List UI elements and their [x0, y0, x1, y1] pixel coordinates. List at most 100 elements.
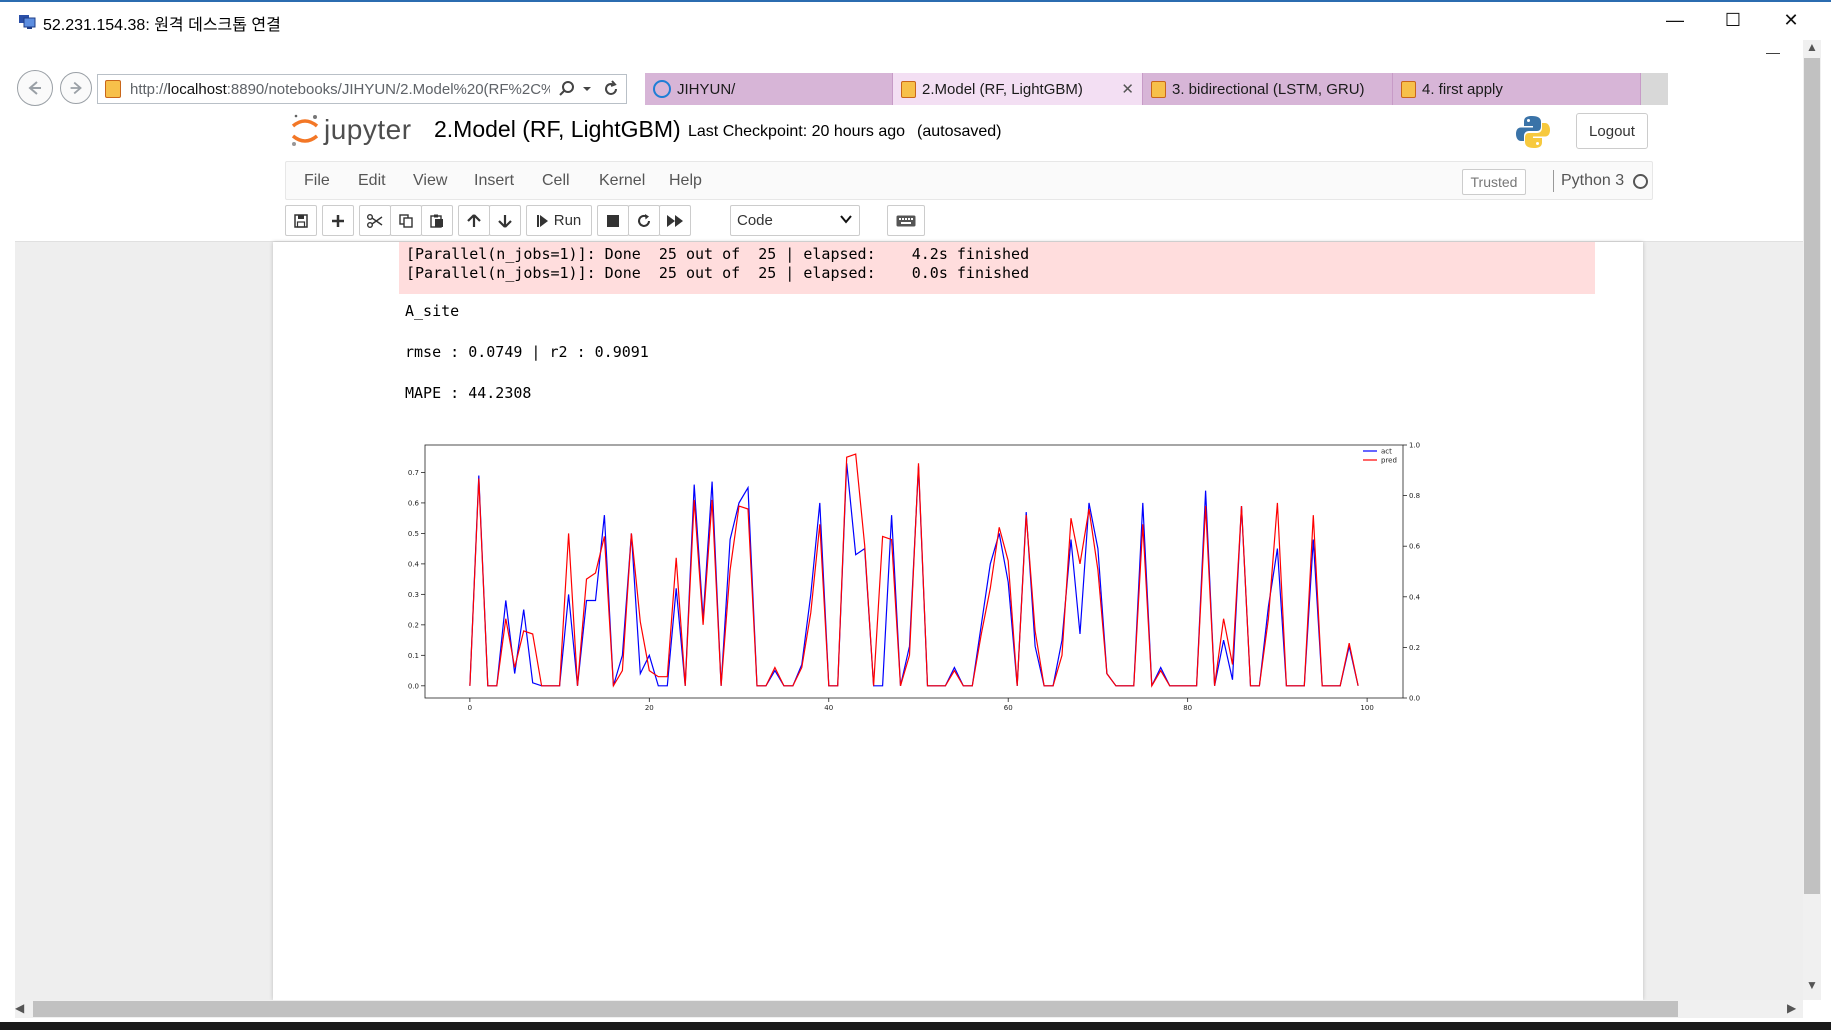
- y2-tick-label: 0.2: [1409, 644, 1420, 652]
- x-tick-label: 100: [1360, 704, 1373, 712]
- checkpoint-status: Last Checkpoint: 20 hours ago: [688, 123, 906, 140]
- browser-toolbar: http://localhost:8890/notebooks/JIHYUN/2…: [15, 68, 1668, 110]
- window-maximize-button[interactable]: ☐: [1708, 6, 1758, 34]
- save-icon: [294, 213, 308, 228]
- window-title: 52.231.154.38: 원격 데스크톱 연결: [43, 17, 281, 34]
- paste-icon: [430, 214, 443, 228]
- x-tick-label: 40: [824, 704, 833, 712]
- tab-jihyun[interactable]: JIHYUN/: [645, 73, 893, 105]
- window-minimize-button[interactable]: —: [1650, 6, 1700, 34]
- inner-minimize-icon[interactable]: —: [1766, 44, 1780, 60]
- tab-model-rf-lightgbm[interactable]: 2.Model (RF, LightGBM) ✕: [893, 73, 1143, 105]
- y-tick-label: 0.0: [408, 682, 419, 690]
- y2-tick-label: 0.4: [1409, 593, 1421, 601]
- logout-button[interactable]: Logout: [1576, 113, 1648, 149]
- move-up-button[interactable]: [458, 205, 490, 236]
- x-tick-label: 0: [468, 704, 472, 712]
- taskbar-strip: [0, 1022, 1831, 1030]
- output-site-name: A_site: [405, 302, 460, 320]
- arrow-up-icon: [467, 213, 481, 227]
- copy-icon: [399, 213, 413, 228]
- notebook-toolbar: Run Code: [285, 205, 985, 237]
- address-url[interactable]: http://localhost:8890/notebooks/JIHYUN/2…: [130, 81, 550, 98]
- scissors-icon: [367, 213, 383, 228]
- tab-bidirectional[interactable]: 3. bidirectional (LSTM, GRU): [1143, 73, 1393, 105]
- y-tick-label: 0.7: [408, 469, 419, 477]
- remote-desktop-icon: [19, 15, 36, 29]
- jupyter-header: jupyter 2.Model (RF, LightGBM) Last Chec…: [15, 110, 1803, 242]
- cell-type-select[interactable]: Code: [730, 205, 860, 236]
- y-tick-label: 0.2: [408, 621, 419, 629]
- notebook-favicon-icon: [1151, 80, 1166, 98]
- move-down-button[interactable]: [489, 205, 521, 236]
- command-palette-button[interactable]: [887, 205, 925, 236]
- chevron-down-icon: [840, 215, 852, 224]
- y2-tick-label: 0.0: [1409, 695, 1420, 703]
- run-button[interactable]: Run: [526, 205, 592, 236]
- menu-bar: File Edit View Insert Cell Kernel Help T…: [285, 161, 1653, 200]
- y-tick-label: 0.4: [408, 560, 420, 568]
- back-button[interactable]: [17, 70, 53, 106]
- menu-kernel[interactable]: Kernel: [599, 172, 645, 190]
- menu-edit[interactable]: Edit: [358, 172, 386, 190]
- kernel-separator: [1553, 170, 1554, 192]
- menu-cell[interactable]: Cell: [542, 172, 570, 190]
- forward-button[interactable]: [60, 72, 92, 104]
- plus-icon: [332, 214, 344, 227]
- jupyter-logo-icon: [291, 114, 319, 146]
- remote-desktop-titlebar: 52.231.154.38: 원격 데스크톱 연결 — ☐ ✕: [0, 0, 1831, 36]
- output-metrics: rmse : 0.0749 | r2 : 0.9091: [405, 343, 649, 361]
- horizontal-scrollbar[interactable]: ◀ ▶: [15, 1000, 1803, 1018]
- arrow-down-icon: [498, 214, 512, 228]
- forward-arrow-icon: [70, 81, 82, 95]
- restart-run-all-button[interactable]: [659, 205, 691, 236]
- scroll-down-icon[interactable]: ▼: [1806, 978, 1818, 992]
- copy-button[interactable]: [390, 205, 422, 236]
- scroll-right-icon[interactable]: ▶: [1787, 1001, 1796, 1015]
- menu-insert[interactable]: Insert: [474, 172, 514, 190]
- scroll-left-icon[interactable]: ◀: [15, 1001, 24, 1015]
- tab-first-apply[interactable]: 4. first apply: [1393, 73, 1641, 105]
- jupyter-logo-text: jupyter: [324, 114, 412, 145]
- step-forward-icon: [536, 214, 548, 227]
- prediction-chart: 0 20 40 60 80 100 0.0 0.1 0.2 0.3 0.4 0.5 0.6 0.7 0.0 0…: [408, 442, 1421, 713]
- output-mape: MAPE : 44.2308: [405, 384, 532, 402]
- window-close-button[interactable]: ✕: [1766, 6, 1816, 34]
- vertical-scrollbar[interactable]: ▲ ▼: [1803, 40, 1821, 1000]
- autosave-status: (autosaved): [917, 123, 1002, 140]
- legend-label-pred: pred: [1381, 457, 1397, 465]
- y2-tick-label: 1.0: [1409, 442, 1420, 450]
- search-icon[interactable]: [558, 80, 576, 98]
- menu-file[interactable]: File: [304, 172, 330, 190]
- scroll-up-icon[interactable]: ▲: [1806, 40, 1818, 54]
- interrupt-button[interactable]: [597, 205, 629, 236]
- x-tick-label: 60: [1004, 704, 1013, 712]
- jupyter-logo[interactable]: jupyter: [290, 112, 412, 148]
- back-arrow-icon: [28, 81, 41, 95]
- save-button[interactable]: [285, 205, 317, 236]
- kernel-name[interactable]: Python 3: [1561, 172, 1624, 190]
- page-favicon-icon: [105, 80, 121, 98]
- menu-view[interactable]: View: [413, 172, 447, 190]
- kernel-idle-icon: [1633, 174, 1648, 189]
- refresh-icon[interactable]: [602, 80, 620, 98]
- cut-button[interactable]: [359, 205, 391, 236]
- y2-tick-label: 0.6: [1409, 543, 1421, 551]
- address-bar[interactable]: http://localhost:8890/notebooks/JIHYUN/2…: [97, 74, 627, 104]
- paste-button[interactable]: [421, 205, 453, 236]
- x-tick-label: 80: [1183, 704, 1192, 712]
- restart-icon: [638, 213, 650, 227]
- vertical-scroll-thumb[interactable]: [1804, 58, 1820, 894]
- legend-label-act: act: [1381, 448, 1392, 456]
- trusted-badge[interactable]: Trusted: [1462, 169, 1526, 195]
- menu-help[interactable]: Help: [669, 172, 702, 190]
- restart-button[interactable]: [628, 205, 660, 236]
- notebook-title[interactable]: 2.Model (RF, LightGBM): [434, 116, 681, 143]
- new-tab-button[interactable]: [1641, 73, 1668, 105]
- y-tick-label: 0.5: [408, 530, 419, 538]
- tab-close-icon[interactable]: ✕: [1121, 80, 1134, 98]
- insert-cell-button[interactable]: [322, 205, 354, 236]
- x-tick-label: 20: [645, 704, 654, 712]
- chevron-down-icon[interactable]: [582, 80, 592, 98]
- horizontal-scroll-thumb[interactable]: [33, 1001, 1678, 1017]
